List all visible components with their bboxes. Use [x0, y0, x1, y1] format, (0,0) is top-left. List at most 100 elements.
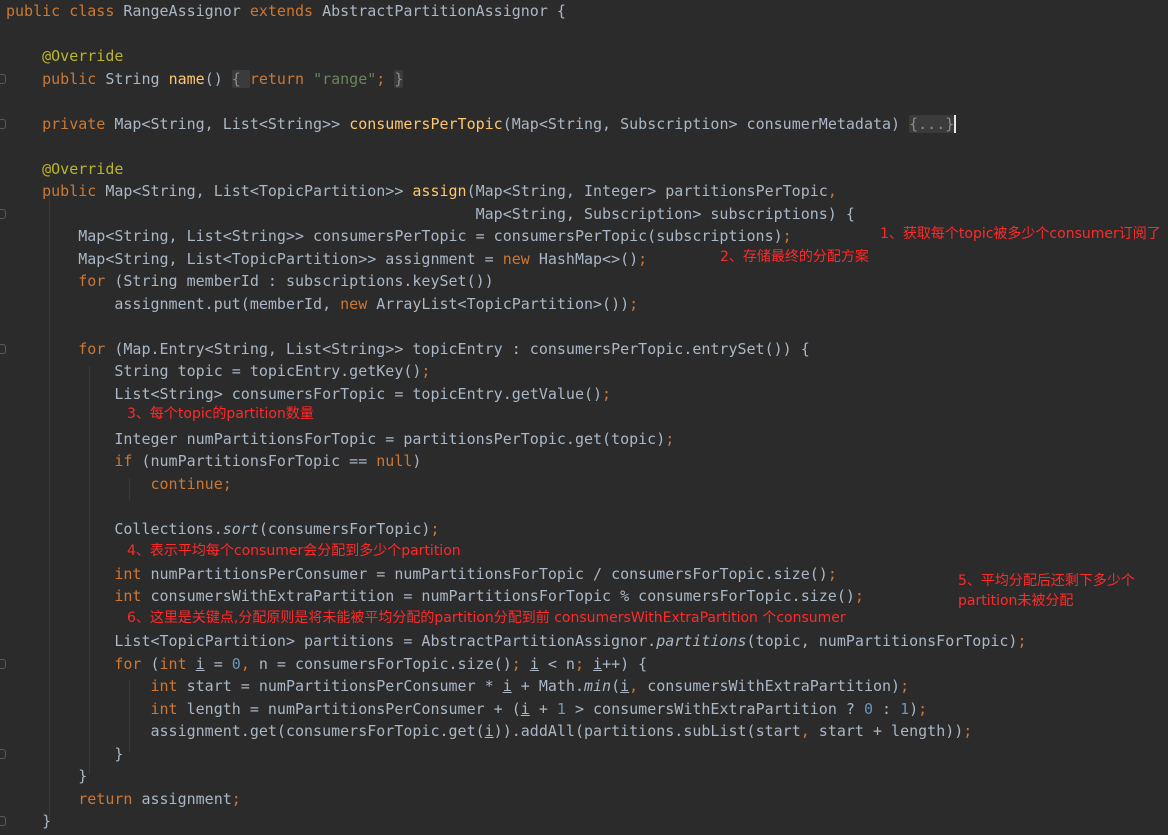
code-token: ,	[240, 654, 259, 673]
code-token: )	[909, 699, 919, 718]
code-token: Map<String, List<String>> consumersPerTo…	[6, 227, 783, 245]
code-token: }	[6, 767, 88, 785]
code-token: 0	[863, 699, 873, 718]
code-token: ;	[638, 249, 648, 268]
code-line[interactable]: int length = numPartitionsPerConsumer + …	[6, 698, 928, 720]
code-token: int	[150, 699, 187, 718]
code-line[interactable]: List<TopicPartition> partitions = Abstra…	[6, 630, 1027, 652]
code-line[interactable]: String topic = topicEntry.getKey();	[6, 360, 430, 382]
code-token: new	[502, 249, 539, 268]
code-token: ;	[665, 429, 675, 448]
code-token: public	[42, 69, 106, 88]
code-line[interactable]: assignment.get(consumersForTopic.get(i))…	[6, 720, 972, 742]
code-token: consumersWithExtraPartition = numPartiti…	[150, 587, 855, 605]
code-token: ArrayList<TopicPartition>())	[376, 294, 630, 313]
code-token: length = numPartitionsPerConsumer + (	[186, 699, 521, 718]
code-token: for	[78, 339, 115, 358]
code-token: ;	[900, 677, 910, 695]
code-line[interactable]: public class RangeAssignor extends Abstr…	[6, 0, 566, 22]
code-token: ;	[511, 654, 530, 673]
code-token: ;	[421, 362, 431, 380]
code-token: List<TopicPartition> partitions = Abstra…	[6, 632, 657, 650]
code-token: ,	[629, 677, 648, 695]
code-token: @Override	[42, 47, 124, 65]
code-editor[interactable]: public class RangeAssignor extends Abstr…	[0, 0, 1168, 835]
code-token: ,	[800, 722, 819, 740]
code-line[interactable]: }	[6, 810, 51, 832]
code-token: @Override	[42, 159, 124, 178]
code-token: String topic = topicEntry.getKey()	[6, 362, 422, 380]
code-token: RangeAssignor	[123, 2, 250, 20]
text-caret	[954, 115, 957, 133]
code-token: return	[249, 69, 314, 88]
code-token: consumersPerTopic	[349, 114, 503, 133]
code-token: assignment.put(memberId,	[6, 294, 341, 313]
code-line[interactable]: }	[6, 743, 123, 765]
code-token: ;	[1017, 632, 1027, 650]
code-token: i	[520, 699, 530, 718]
code-token: return	[78, 789, 142, 808]
code-line[interactable]: @Override	[6, 45, 123, 67]
code-line[interactable]: if (numPartitionsForTopic == null)	[6, 450, 421, 472]
code-line[interactable]: Map<String, List<TopicPartition>> assign…	[6, 248, 647, 270]
code-token: int	[114, 564, 151, 583]
code-token: i	[593, 654, 603, 673]
code-token: Map<String, List<TopicPartition>> assign…	[6, 249, 503, 268]
code-token: 1	[556, 699, 566, 718]
code-token: extends	[249, 2, 323, 20]
code-line[interactable]: Map<String, Subscription> subscriptions)…	[6, 203, 855, 225]
code-line[interactable]: Integer numPartitionsForTopic = partitio…	[6, 428, 674, 450]
code-token: Map<String, List<String>>	[114, 114, 350, 133]
code-token: (Map<String, Subscription> consumerMetad…	[502, 114, 910, 133]
code-line[interactable]: public String name() { return "range"; }	[6, 68, 404, 90]
code-line[interactable]: int start = numPartitionsPerConsumer * i…	[6, 675, 910, 697]
folded-code-placeholder: }	[394, 69, 404, 88]
code-line[interactable]: }	[6, 765, 87, 787]
code-token: (	[150, 654, 160, 673]
code-line[interactable]: int numPartitionsPerConsumer = numPartit…	[6, 563, 836, 585]
code-token: null	[376, 452, 413, 470]
code-line[interactable]: Collections.sort(consumersForTopic);	[6, 518, 439, 540]
code-token: ;	[629, 294, 639, 313]
code-line[interactable]: @Override	[6, 158, 123, 180]
code-line[interactable]: private Map<String, List<String>> consum…	[6, 113, 957, 135]
code-token: String	[105, 69, 169, 88]
code-token: n = consumersForTopic.size()	[258, 654, 512, 673]
code-token: ;	[963, 722, 973, 740]
code-token: (	[611, 677, 621, 695]
folded-code-placeholder: {	[231, 69, 250, 88]
code-token: if	[114, 452, 142, 470]
code-line[interactable]: return assignment;	[6, 788, 241, 810]
code-token: ()	[204, 69, 232, 88]
code-line[interactable]: public Map<String, List<TopicPartition>>…	[6, 180, 837, 202]
folded-code-placeholder: {...}	[909, 114, 955, 133]
code-token: i	[529, 654, 539, 673]
code-line[interactable]: for (String memberId : subscriptions.key…	[6, 270, 493, 292]
code-token: ;	[574, 654, 594, 673]
code-line[interactable]: for (int i = 0, n = consumersForTopic.si…	[6, 653, 647, 675]
annotation-5-continued: partition未被分配	[958, 593, 1074, 609]
annotation-3: 3、每个topic的partition数量	[127, 406, 314, 422]
code-line[interactable]: for (Map.Entry<String, List<String>> top…	[6, 338, 810, 360]
code-token: consumersWithExtraPartition)	[647, 677, 901, 695]
code-line[interactable]: Map<String, List<String>> consumersPerTo…	[6, 225, 791, 247]
code-token: AbstractPartitionAssignor {	[322, 2, 566, 20]
code-token: + Math.	[511, 677, 584, 695]
code-token: private	[42, 114, 115, 133]
code-token: Collections.	[6, 519, 223, 538]
code-token: (consumersForTopic)	[258, 519, 431, 538]
code-line[interactable]: assignment.put(memberId, new ArrayList<T…	[6, 293, 638, 315]
code-token: public class	[6, 2, 124, 20]
code-token: 0	[231, 654, 241, 673]
code-line[interactable]: int consumersWithExtraPartition = numPar…	[6, 585, 864, 607]
code-token: for	[114, 654, 151, 673]
code-line[interactable]: List<String> consumersForTopic = topicEn…	[6, 383, 611, 405]
code-line[interactable]: continue;	[6, 473, 232, 495]
code-token: int	[150, 677, 187, 695]
